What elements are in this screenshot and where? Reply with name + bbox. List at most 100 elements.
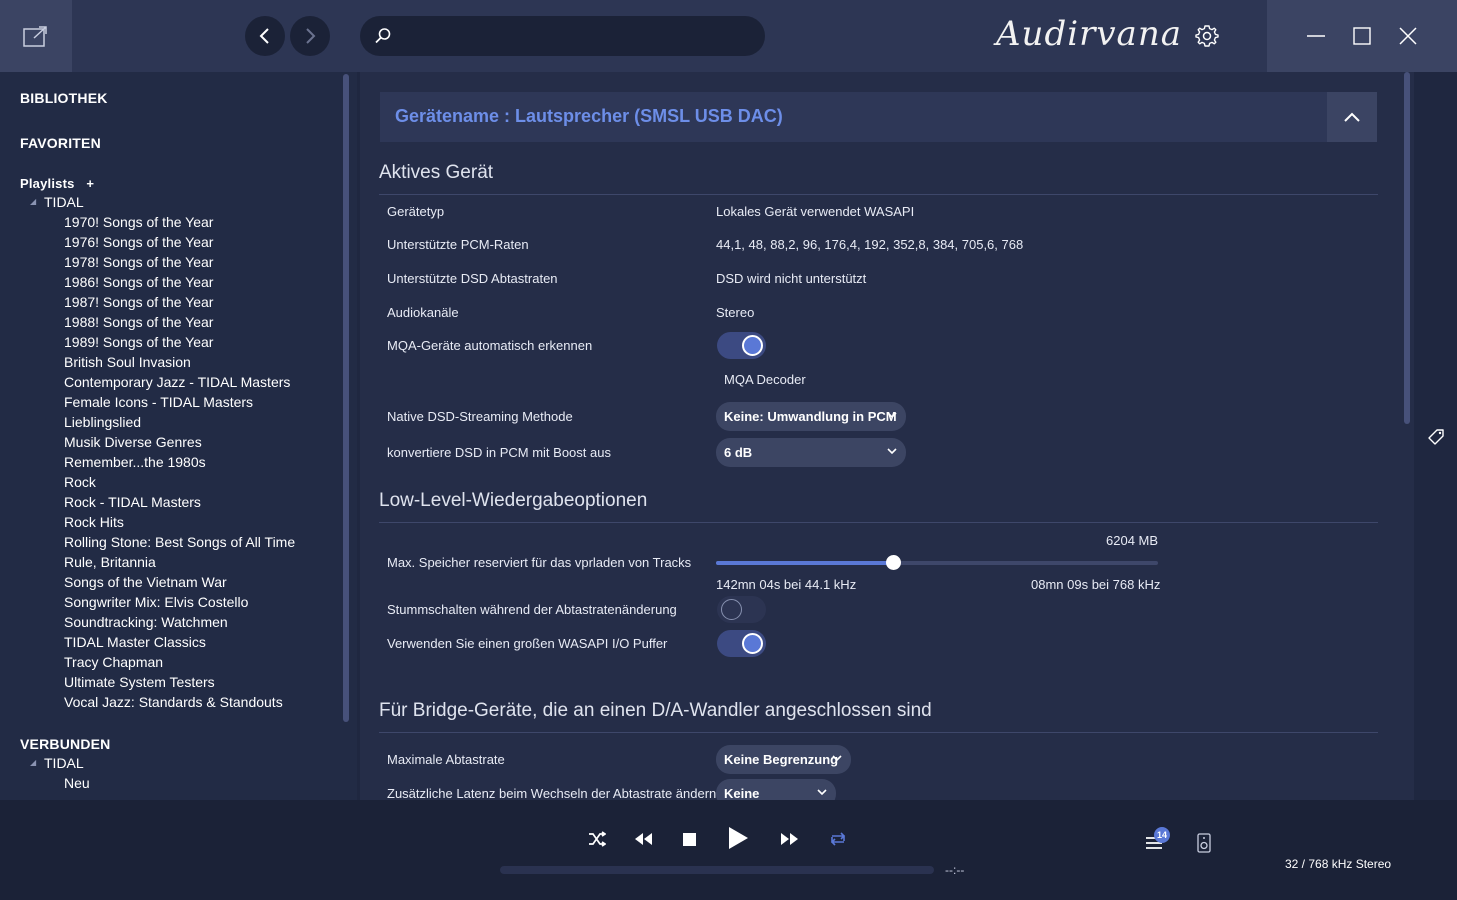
sidebar-playlist-item[interactable]: Rule, Britannia [64,552,156,572]
sidebar-connected[interactable]: VERBUNDEN [20,736,110,752]
dsd-boost-select[interactable]: 6 dB [716,438,906,467]
sidebar-playlist-item[interactable]: Rock Hits [64,512,124,532]
max-rate-label: Maximale Abtastrate [387,752,505,767]
tag-icon [1428,429,1444,445]
sidebar-playlist-item[interactable]: Songwriter Mix: Elvis Costello [64,592,248,612]
sidebar-playlist-item[interactable]: Songs of the Vietnam War [64,572,227,592]
shuffle-button[interactable] [586,828,608,850]
sidebar-playlist-item[interactable]: Rolling Stone: Best Songs of All Time [64,532,295,552]
sidebar-playlist-item[interactable]: TIDAL Master Classics [64,632,206,652]
mqa-detect-toggle[interactable] [717,332,766,359]
latency-select[interactable]: Keine [716,779,836,800]
sidebar-playlist-item[interactable]: 1988! Songs of the Year [64,312,213,332]
window-controls [1267,0,1457,72]
sidebar-playlist-item[interactable]: 1987! Songs of the Year [64,292,213,312]
close-button[interactable] [1394,22,1422,50]
section-title-low-level: Low-Level-Wiedergabeoptionen [379,490,648,511]
popout-button[interactable] [0,0,72,72]
sidebar-playlist-item[interactable]: 1978! Songs of the Year [64,252,213,272]
max-rate-select[interactable]: Keine Begrenzung [716,745,851,774]
back-button[interactable] [245,16,285,56]
sidebar-playlist-item[interactable]: Remember...the 1980s [64,452,206,472]
sidebar-tidal-node[interactable]: ◢ TIDAL [30,194,84,210]
collapse-button[interactable] [1327,92,1377,142]
dsd-rates-label: Unterstützte DSD Abtastraten [387,271,558,286]
repeat-button[interactable] [827,828,849,850]
sidebar-playlist-item[interactable]: Contemporary Jazz - TIDAL Masters [64,372,290,392]
sidebar-playlist-item[interactable]: Female Icons - TIDAL Masters [64,392,253,412]
sidebar-playlist-item[interactable]: Soundtracking: Watchmen [64,612,228,632]
sidebar-playlist-item[interactable]: 1986! Songs of the Year [64,272,213,292]
sidebar-library[interactable]: BIBLIOTHEK [20,90,108,106]
memory-slider-fill [716,561,893,565]
sidebar-playlist-item[interactable]: Lieblingslied [64,412,141,432]
dsd-method-label: Native DSD-Streaming Methode [387,409,573,424]
memory-value-label: 6204 MB [1106,533,1159,548]
dsd-boost-label: konvertiere DSD in PCM mit Boost aus [387,445,611,460]
playback-progress-bar[interactable] [500,866,934,874]
sidebar-playlist-item[interactable]: Musik Diverse Genres [64,432,202,452]
search-icon [375,28,391,44]
sidebar-playlist-item[interactable]: 1989! Songs of the Year [64,332,213,352]
search-input[interactable] [402,28,742,44]
tag-button[interactable] [1426,427,1446,447]
audio-channels-label: Audiokanäle [387,305,459,320]
output-device-button[interactable] [1193,832,1215,854]
chevron-left-icon [259,28,269,44]
mute-on-rate-change-toggle[interactable] [717,596,766,623]
sidebar-playlist-item[interactable]: Rock - TIDAL Masters [64,492,201,512]
chevron-down-icon [887,448,897,455]
previous-button[interactable] [632,828,654,850]
sidebar-playlist-item[interactable]: 1976! Songs of the Year [64,232,213,252]
dsd-method-select[interactable]: Keine: Umwandlung in PCM [716,402,906,431]
sidebar-playlists[interactable]: Playlists + [20,176,94,191]
sidebar-item-neu[interactable]: Neu [64,773,90,793]
sidebar-playlist-item[interactable]: Vocal Jazz: Standards & Standouts [64,692,283,712]
play-icon [729,827,748,849]
expand-caret-icon: ◢ [30,758,37,767]
play-button[interactable] [723,823,753,853]
memory-slider-thumb[interactable] [885,555,901,570]
main-scrollbar[interactable] [1404,72,1410,424]
minimize-button[interactable] [1302,22,1330,50]
title-bar: Audirvana [0,0,1457,72]
brand-logo: Audirvana [996,14,1182,54]
forward-button[interactable] [290,16,330,56]
sidebar-playlist-item[interactable]: Ultimate System Testers [64,672,215,692]
shuffle-icon [589,831,606,847]
audio-channels-value: Stereo [716,305,755,320]
wasapi-buffer-toggle[interactable] [717,630,766,657]
add-playlist-button[interactable]: + [86,176,94,191]
player-bar: --:-- 14 32 / 768 kHz Stereo [0,800,1457,900]
sidebar-playlist-item[interactable]: Tracy Chapman [64,652,163,672]
pcm-rates-value: 44,1, 48, 88,2, 96, 176,4, 192, 352,8, 3… [716,237,1024,252]
stop-button[interactable] [678,828,700,850]
memory-slider[interactable] [716,555,1158,570]
queue-count-badge: 14 [1154,827,1170,843]
max-rate-value: Keine Begrenzung [724,752,839,767]
sidebar-playlist-item[interactable]: British Soul Invasion [64,352,191,372]
chevron-up-icon [1344,112,1360,122]
sidebar-connected-tidal-label: TIDAL [44,755,84,771]
dsd-method-value: Keine: Umwandlung in PCM [724,409,897,424]
section-title-bridge: Für Bridge-Geräte, die an einen D/A-Wand… [379,700,932,721]
minimize-icon [1307,35,1325,37]
next-button[interactable] [779,828,801,850]
settings-button[interactable] [1194,23,1220,49]
dsd-boost-value: 6 dB [724,445,753,460]
device-header: Gerätename : Lautsprecher (SMSL USB DAC) [380,92,1377,142]
rewind-icon [635,833,652,845]
device-type-label: Gerätetyp [387,204,445,219]
chevron-down-icon [832,755,842,762]
sidebar-playlists-label: Playlists [20,176,75,191]
sidebar-connected-tidal-node[interactable]: ◢ TIDAL [30,755,84,771]
section-title-active-device: Aktives Gerät [379,162,494,183]
sidebar-playlist-item[interactable]: 1970! Songs of the Year [64,212,213,232]
sidebar-favorites[interactable]: FAVORITEN [20,135,101,151]
mqa-detect-label: MQA-Geräte automatisch erkennen [387,338,593,353]
sidebar-scrollbar[interactable] [343,74,349,722]
search-box[interactable] [360,16,765,56]
chevron-down-icon [887,412,897,419]
sidebar-playlist-item[interactable]: Rock [64,472,96,492]
maximize-button[interactable] [1348,22,1376,50]
